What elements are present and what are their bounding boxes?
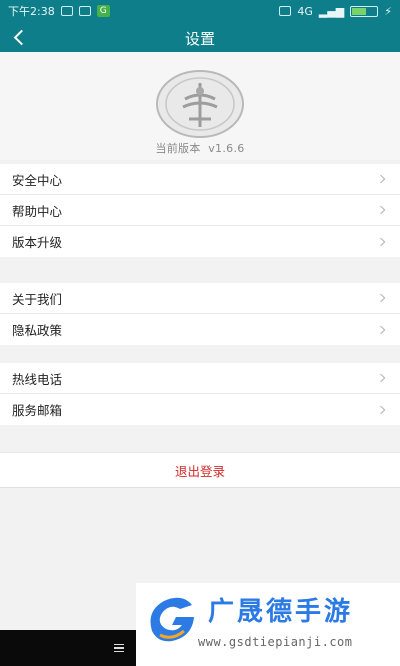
menu-item-help-center[interactable]: 帮助中心 bbox=[0, 195, 400, 226]
status-bar: 下午2:38 G 4G ▂▄▆ ⚡ bbox=[0, 0, 400, 22]
menu-item-label: 版本升级 bbox=[12, 235, 63, 250]
system-nav-bar bbox=[0, 630, 136, 666]
menu-item-label: 关于我们 bbox=[12, 291, 63, 307]
emblem-logo bbox=[156, 70, 244, 138]
mail-icon bbox=[78, 6, 91, 16]
menu-group-about: 关于我们 隐私政策 bbox=[0, 283, 400, 345]
menu-item-hotline[interactable]: 热线电话 bbox=[0, 363, 400, 394]
logout-label: 退出登录 bbox=[174, 463, 225, 479]
menu-item-security-center[interactable]: 安全中心 bbox=[0, 164, 400, 195]
menu-item-label: 服务邮箱 bbox=[12, 403, 63, 418]
signal-icon: ▂▄▆ bbox=[318, 4, 345, 18]
menu-item-label: 隐私政策 bbox=[12, 323, 63, 338]
page-title: 设置 bbox=[184, 30, 215, 48]
app-info-header: 当前版本 v1.6.6 bbox=[0, 52, 400, 160]
sync-icon bbox=[60, 6, 73, 16]
chevron-right-icon bbox=[376, 237, 386, 246]
menu-group-contact: 热线电话 服务邮箱 bbox=[0, 363, 400, 425]
chevron-right-icon bbox=[376, 205, 386, 215]
logout-button[interactable]: 退出登录 bbox=[0, 452, 400, 488]
status-time: 下午2:38 bbox=[8, 5, 55, 18]
chevron-right-icon bbox=[376, 174, 386, 184]
watermark-logo-icon bbox=[150, 597, 194, 642]
notification-badge: G bbox=[96, 5, 110, 17]
menu-item-version-upgrade[interactable]: 版本升级 bbox=[0, 226, 400, 257]
version-label: 当前版本 bbox=[155, 142, 201, 155]
menu-item-service-email[interactable]: 服务邮箱 bbox=[0, 394, 400, 425]
menu-item-label: 帮助中心 bbox=[12, 203, 63, 219]
menu-item-privacy-policy[interactable]: 隐私政策 bbox=[0, 314, 400, 345]
vibrate-icon bbox=[279, 6, 292, 16]
menu-icon[interactable] bbox=[114, 644, 124, 652]
watermark-name: 广晟德手游 bbox=[208, 597, 354, 627]
chevron-right-icon bbox=[376, 293, 386, 303]
version-number: v1.6.6 bbox=[208, 142, 245, 155]
menu-item-label: 安全中心 bbox=[12, 172, 63, 188]
chevron-right-icon bbox=[376, 405, 386, 414]
watermark: 广晟德手游 www.gsdtiepianji.com bbox=[136, 583, 400, 666]
menu-item-about-us[interactable]: 关于我们 bbox=[0, 283, 400, 314]
charging-icon: ⚡ bbox=[384, 4, 392, 18]
battery-icon bbox=[350, 5, 379, 17]
title-bar: 设置 bbox=[0, 22, 400, 52]
chevron-right-icon bbox=[376, 325, 386, 334]
version-info: 当前版本 v1.6.6 bbox=[0, 140, 400, 156]
watermark-url: www.gsdtiepianji.com bbox=[198, 635, 353, 649]
menu-item-label: 热线电话 bbox=[12, 371, 63, 387]
network-type: 4G bbox=[297, 4, 313, 18]
chevron-right-icon bbox=[376, 373, 386, 383]
menu-group-account: 安全中心 帮助中心 版本升级 bbox=[0, 164, 400, 257]
